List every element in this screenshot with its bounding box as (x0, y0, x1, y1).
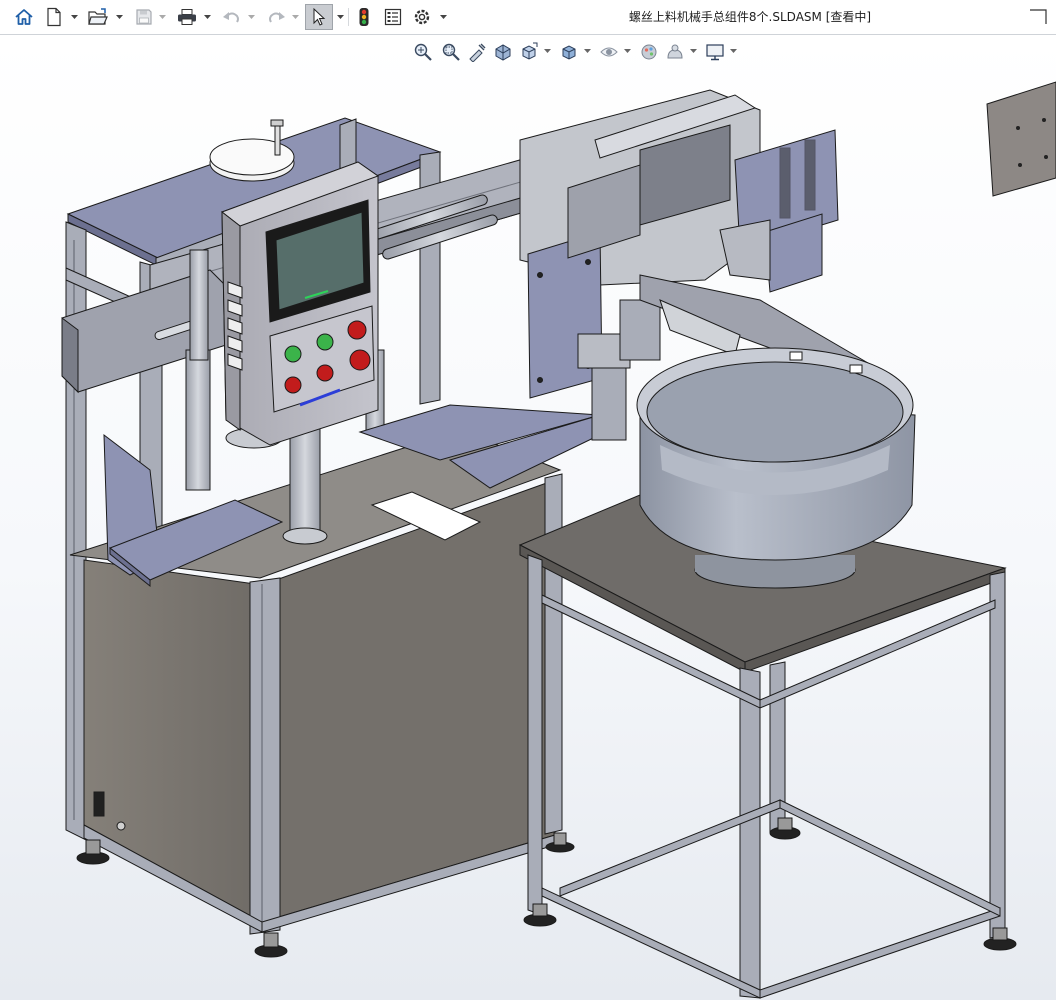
redo-dropdown-arrow-icon[interactable] (291, 4, 300, 30)
redo-icon[interactable] (264, 4, 288, 30)
new-dropdown-arrow-icon[interactable] (70, 4, 79, 30)
save-icon[interactable] (132, 4, 156, 30)
open-dropdown-arrow-icon[interactable] (115, 4, 124, 30)
options-dropdown-arrow-icon[interactable] (439, 4, 448, 30)
undo-icon[interactable] (220, 4, 244, 30)
new-document-icon[interactable] (42, 4, 66, 30)
cabinet-front-panel (83, 559, 263, 923)
feeder-leg-front-left (527, 554, 543, 916)
partial-plate-right (986, 81, 1056, 197)
home-icon[interactable] (12, 4, 36, 30)
file-properties-icon[interactable] (381, 4, 405, 30)
print-icon[interactable] (175, 4, 199, 30)
options-gear-icon[interactable] (410, 4, 434, 30)
print-dropdown-arrow-icon[interactable] (203, 4, 212, 30)
toolbar-overflow-icon[interactable] (1028, 8, 1048, 26)
graphics-viewport[interactable] (0, 35, 1056, 1000)
vertical-cylinder-left (185, 349, 211, 491)
save-dropdown-arrow-icon[interactable] (158, 4, 167, 30)
assembly-model[interactable] (0, 35, 1056, 1000)
main-toolbar: 螺丝上料机械手总组件8个.SLDASM [查看中] (0, 0, 1056, 35)
window-title: 螺丝上料机械手总组件8个.SLDASM [查看中] (628, 10, 872, 24)
emergency-stop-button (347, 320, 367, 340)
start-button-green (284, 345, 302, 363)
toolbar-separator (348, 8, 349, 26)
control-panel (220, 161, 380, 446)
undo-dropdown-arrow-icon[interactable] (247, 4, 256, 30)
select-arrow-icon[interactable] (305, 4, 333, 30)
open-folder-icon[interactable] (86, 4, 110, 30)
rebuild-traffic-light-icon[interactable] (352, 4, 376, 30)
mount-plate (527, 231, 603, 399)
select-dropdown-arrow-icon[interactable] (336, 4, 345, 30)
